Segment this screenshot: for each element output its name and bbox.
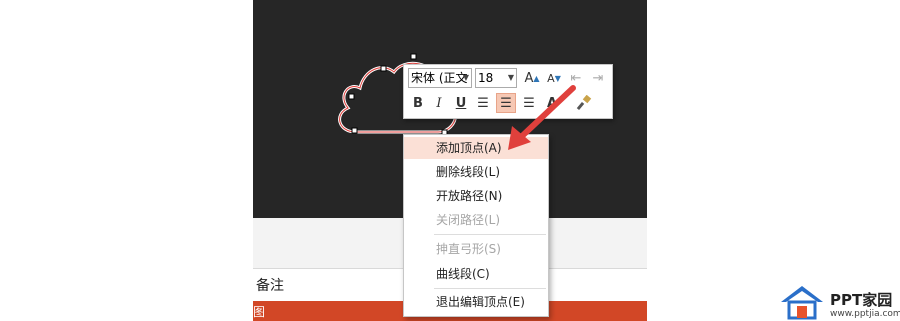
watermark-logo: PPT家园 www.pptjia.com: [775, 284, 900, 321]
house-logo-icon: [781, 286, 823, 320]
annotation-arrow-icon: [508, 85, 576, 150]
logo-url: www.pptjia.com: [830, 309, 900, 319]
logo-title: PPT家园: [830, 291, 893, 309]
